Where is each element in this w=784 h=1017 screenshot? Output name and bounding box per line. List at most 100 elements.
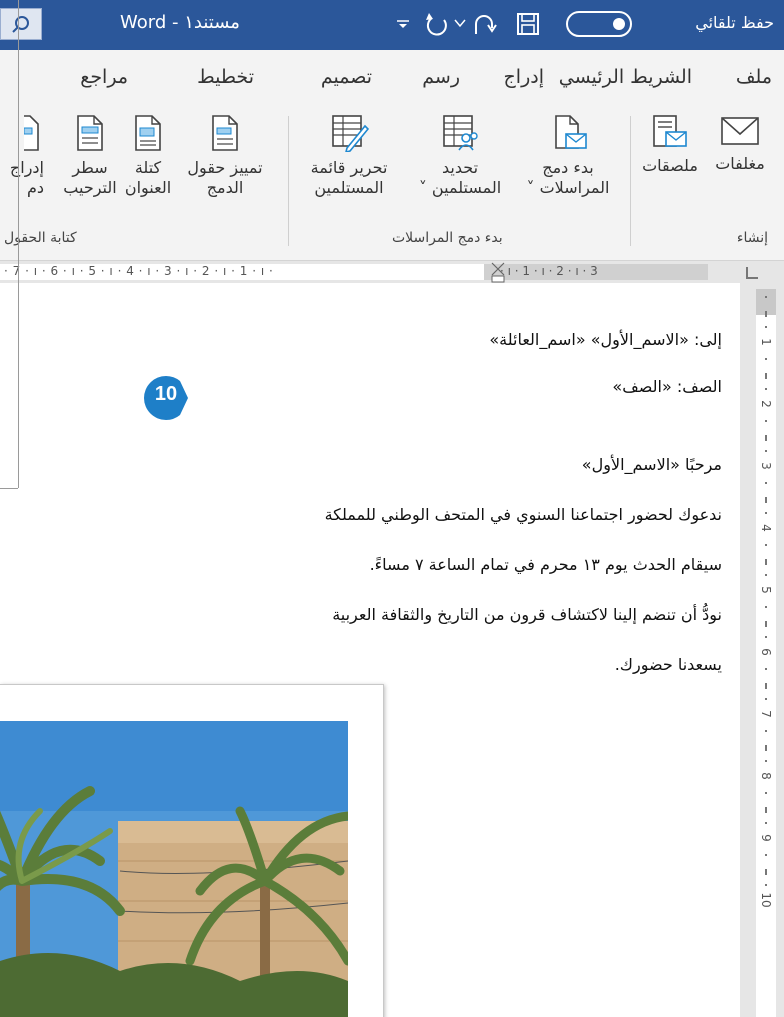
customize-arrow-icon[interactable]	[396, 20, 410, 30]
vertical-ruler-tick	[765, 730, 767, 732]
start-mail-merge-button[interactable]: بدء دمج المراسلات ˅	[518, 114, 618, 198]
tab-stop-selector[interactable]	[746, 267, 758, 279]
greeting-line-label-2: الترحيب	[63, 178, 117, 197]
address-block-label-1: كتلة	[134, 158, 162, 177]
toggle-knob	[613, 18, 625, 30]
envelopes-label: مغلفات	[715, 154, 765, 173]
save-icon[interactable]	[516, 12, 540, 36]
address-block-button[interactable]: كتلة العنوان	[120, 114, 176, 198]
word-window: مستند١ - Word حفظ تلقائي ملف الشريط الرئ	[0, 0, 784, 1017]
vertical-ruler-tick	[765, 358, 767, 360]
ribbon-tabs: ملف الشريط الرئيسي إدراج رسم تصميم تخطيط…	[0, 50, 784, 106]
doc-line-join[interactable]: نودُّ أن تنضم إلينا لاكتشاف قرون من التا…	[332, 605, 722, 624]
select-recipients-label-2: المستلمين ˅	[418, 178, 502, 197]
edit-recipient-list-label-2: المستلمين	[314, 178, 384, 197]
group-separator	[288, 116, 289, 246]
highlight-fields-icon	[212, 115, 238, 151]
ruler-marks: · 7 · ı · 6 · ı · 5 · ı · 4 · ı · 3 · ı …	[4, 264, 274, 278]
vertical-ruler-tick	[765, 745, 767, 751]
tab-insert[interactable]: إدراج	[504, 66, 544, 88]
labels-button[interactable]: ملصقات	[638, 114, 702, 176]
title-bar: مستند١ - Word حفظ تلقائي	[0, 0, 784, 50]
vertical-ruler[interactable]: 1 2 3 4 5 6 7 8 9 10	[750, 283, 784, 1017]
vertical-ruler-mark: 9	[759, 834, 773, 842]
select-recipients-button[interactable]: تحديد المستلمين ˅	[410, 114, 510, 198]
tab-design[interactable]: تصميم	[321, 66, 372, 88]
vertical-ruler-tick	[765, 760, 767, 762]
ribbon: مغلفات ملصقات إنشاء بدء دمج المراسلات ˅ …	[0, 106, 784, 261]
vertical-ruler-tick	[765, 683, 767, 689]
create-group-label: إنشاء	[736, 230, 768, 246]
undo-icon[interactable]	[472, 12, 498, 38]
vertical-ruler-tick	[765, 884, 767, 886]
highlight-merge-fields-button[interactable]: تمييز حقول الدمج	[180, 114, 270, 198]
vertical-ruler-tick	[765, 869, 767, 875]
doc-line-class[interactable]: الصف: «الصف»	[612, 377, 722, 396]
tab-references[interactable]: مراجع	[80, 66, 128, 88]
step-badge: 10	[154, 383, 178, 405]
vertical-ruler-tick	[765, 435, 767, 441]
vertical-ruler-tick	[765, 822, 767, 824]
image-frame[interactable]	[0, 684, 384, 1017]
doc-line-date[interactable]: سيقام الحدث يوم ١٣ محرم في تمام الساعة ٧…	[370, 555, 722, 574]
tab-draw[interactable]: رسم	[422, 66, 460, 88]
vertical-ruler-tick	[765, 574, 767, 576]
vertical-ruler-tick	[765, 559, 767, 565]
museum-photo[interactable]	[0, 721, 348, 1017]
vertical-ruler-tick	[765, 482, 767, 484]
insert-field-label-2: دم	[26, 178, 44, 197]
doc-line-closing[interactable]: يسعدنا حضورك.	[615, 655, 722, 674]
autosave-toggle[interactable]	[566, 11, 632, 37]
tab-home[interactable]: الشريط الرئيسي	[559, 66, 692, 88]
group-separator	[630, 116, 631, 246]
start-mail-merge-label-1: بدء دمج	[542, 158, 594, 177]
vertical-ruler-tick	[765, 636, 767, 638]
vertical-ruler-mark: 8	[759, 772, 773, 780]
vertical-ruler-mark: 2	[759, 400, 773, 408]
start-mail-merge-label-2: المراسلات ˅	[526, 178, 610, 197]
address-block-label-2: العنوان	[124, 178, 172, 197]
select-recipients-icon	[443, 115, 478, 151]
vertical-ruler-tick	[765, 854, 767, 856]
greeting-line-button[interactable]: سطر الترحيب	[62, 114, 118, 198]
horizontal-ruler[interactable]: · 7 · ı · 6 · ı · 5 · ı · 4 · ı · 3 · ı …	[0, 261, 740, 283]
document-title: مستند١ - Word	[120, 12, 240, 33]
vertical-ruler-tick	[765, 388, 767, 390]
vertical-ruler-tick	[765, 450, 767, 452]
vertical-ruler-tick	[765, 621, 767, 627]
vertical-ruler-tick	[765, 326, 767, 328]
ruler-margin-marks: · ı · 1 · ı · 2 · ı · 3	[500, 264, 598, 278]
side-panel-edge	[0, 0, 19, 488]
vertical-ruler-tick	[765, 606, 767, 608]
side-panel-bottom	[0, 488, 18, 489]
vertical-ruler-tick	[765, 420, 767, 422]
envelope-icon	[721, 117, 759, 145]
edit-recipient-list-button[interactable]: تحرير قائمة المستلمين	[296, 114, 402, 198]
vertical-ruler-tick	[765, 373, 767, 379]
vertical-ruler-tick	[765, 544, 767, 546]
mailmerge-group-label: بدء دمج المراسلات	[392, 230, 503, 246]
tab-layout[interactable]: تخطيط	[197, 66, 254, 88]
vertical-ruler-mark: 6	[759, 648, 773, 656]
doc-line-invite[interactable]: ندعوك لحضور اجتماعنا السنوي في المتحف ال…	[325, 505, 722, 524]
envelopes-button[interactable]: مغلفات	[704, 114, 776, 174]
vertical-ruler-tick	[765, 807, 767, 813]
tab-file[interactable]: ملف	[736, 66, 772, 88]
address-block-icon	[135, 115, 161, 151]
edit-recipient-list-label-1: تحرير قائمة	[310, 158, 388, 177]
insert-field-icon	[24, 115, 39, 151]
vertical-ruler-tick	[765, 512, 767, 514]
greeting-line-icon	[77, 115, 103, 151]
redo-icon[interactable]	[424, 10, 450, 38]
redo-dropdown-icon[interactable]	[454, 18, 466, 28]
highlight-fields-label-2: الدمج	[206, 178, 244, 197]
greeting-line-label-1: سطر	[72, 158, 108, 177]
vertical-ruler-mark: 7	[759, 710, 773, 718]
doc-line-to[interactable]: إلى: «الاسم_الأول» «اسم_العائلة»	[489, 330, 722, 349]
highlight-fields-label-1: تمييز حقول	[187, 158, 263, 177]
vertical-ruler-tick	[765, 792, 767, 794]
vertical-ruler-tick	[765, 497, 767, 503]
select-recipients-label-1: تحديد	[441, 158, 479, 177]
start-mail-merge-icon	[555, 115, 587, 149]
doc-line-greeting[interactable]: مرحبًا «الاسم_الأول»	[582, 455, 722, 474]
